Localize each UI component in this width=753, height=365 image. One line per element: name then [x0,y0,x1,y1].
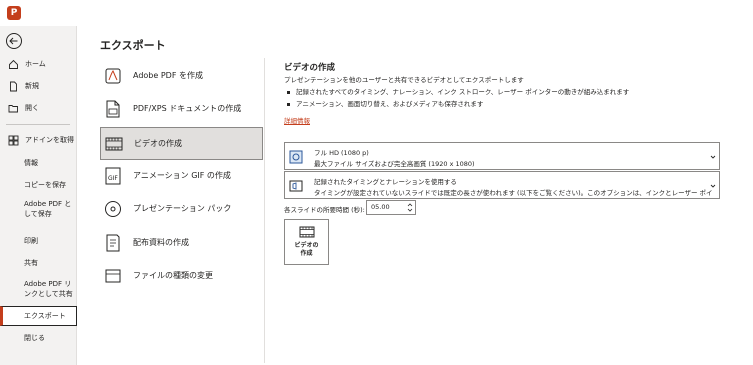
export-option-label: ファイルの種類の変更 [133,271,213,280]
adobe-pdf-icon [105,68,121,83]
chevron-down-icon [710,155,716,159]
new-file-icon [10,81,17,91]
sidebar-item-label: 共有 [24,259,38,267]
sidebar-item-close[interactable]: 閉じる [0,328,77,348]
export-option-change-file-type[interactable]: ファイルの種類の変更 [100,259,263,292]
export-option-label: アニメーション GIF の作成 [133,171,231,180]
sidebar-item-export[interactable]: エクスポート [0,306,77,326]
sidebar-item-share[interactable]: 共有 [0,253,77,273]
sidebar-item-print[interactable]: 印刷 [0,231,77,251]
sidebar-item-save-copy[interactable]: コピーを保存 [0,175,77,195]
sidebar-item-label: アドインを取得 [25,136,74,144]
powerpoint-logo-icon: P [7,6,21,20]
sidebar-item-label: 印刷 [24,237,38,245]
sidebar-item-label: 新規 [25,82,39,90]
sidebar-item-open[interactable]: 開く [0,98,77,118]
backstage-sidebar: ホーム 新規 開く アドインを取得 情報 コピーを保存 Adobe PDF とし… [0,26,77,365]
sidebar-item-label: エクスポート [24,312,66,320]
narration-icon [289,180,303,192]
export-option-create-handouts[interactable]: 配布資料の作成 [100,226,263,259]
sidebar-item-label: ホーム [25,60,46,68]
title-bar: P [0,0,753,26]
seconds-per-slide-label: 各スライドの所要時間 (秒): [284,206,365,214]
export-option-label: ビデオの作成 [134,139,182,148]
sidebar-item-label: 閉じる [24,334,45,342]
pdf-document-icon [106,100,120,117]
seconds-value: 05.00 [371,203,390,211]
back-arrow-icon[interactable] [5,32,23,50]
change-file-type-icon [105,269,121,282]
create-video-button[interactable]: ビデオの 作成 [284,219,329,265]
timing-description: タイミングが設定されていないスライドでは既定の長さが使われます (以下をご覧くだ… [314,189,712,197]
spinner-arrows-icon[interactable] [407,202,413,213]
disc-icon [105,200,121,217]
sidebar-item-label: コピーを保存 [24,181,66,189]
seconds-per-slide-input[interactable]: 05.00 [366,200,416,215]
folder-open-icon [8,104,18,112]
export-option-label: 配布資料の作成 [133,238,189,247]
page-title: エクスポート [100,39,166,52]
create-video-button-label: ビデオの 作成 [294,242,319,257]
quality-description: 最大ファイル サイズおよび完全高画質 (1920 x 1080) [314,160,475,168]
quality-name: フル HD (1080 p) [314,149,369,157]
timing-dropdown[interactable]: 記録されたタイミングとナレーションを使用する タイミングが設定されていないスライ… [284,171,720,199]
chevron-down-icon [710,184,716,188]
export-option-label: プレゼンテーション パック [133,204,232,213]
video-icon [299,226,315,238]
bullet-dot [287,102,290,106]
sidebar-item-get-addins[interactable]: アドインを取得 [0,130,77,150]
export-option-presentation-pack[interactable]: プレゼンテーション パック [100,192,263,225]
sidebar-item-new[interactable]: 新規 [0,76,77,96]
sidebar-item-label: Adobe PDF リンクとして共有 [24,280,73,298]
handout-icon [106,234,120,251]
sidebar-item-label: 開く [25,104,39,112]
video-quality-dropdown[interactable]: フル HD (1080 p) 最大ファイル サイズおよび完全高画質 (1920 … [284,142,720,170]
video-icon [105,137,123,150]
panel-divider [264,58,265,363]
svg-text:GIF: GIF [108,175,118,182]
bullet-text: アニメーション、画面切り替え、およびメディアも保存されます [296,100,484,108]
export-option-animated-gif[interactable]: GIF アニメーション GIF の作成 [100,159,263,192]
sidebar-item-info[interactable]: 情報 [0,153,77,173]
export-option-label: PDF/XPS ドキュメントの作成 [133,104,242,113]
detail-title: ビデオの作成 [284,63,336,73]
home-icon [9,59,18,69]
bullet-text: 記録されたすべてのタイミング、ナレーション、インク ストローク、レーザー ポイン… [296,88,630,96]
timing-name: 記録されたタイミングとナレーションを使用する [314,178,457,186]
export-option-create-video[interactable]: ビデオの作成 [100,127,263,160]
sidebar-item-save-as-adobe-pdf[interactable]: Adobe PDF として保存 [0,197,77,223]
export-option-pdf-xps[interactable]: PDF/XPS ドキュメントの作成 [100,92,263,125]
monitor-icon [289,150,303,164]
sidebar-divider [6,124,70,125]
gif-icon: GIF [105,167,121,184]
detail-bullet: 記録されたすべてのタイミング、ナレーション、インク ストローク、レーザー ポイン… [287,86,629,96]
sidebar-item-home[interactable]: ホーム [0,54,77,74]
detail-description: プレゼンテーションを他のユーザーと共有できるビデオとしてエクスポートします [284,76,524,84]
export-option-adobe-pdf[interactable]: Adobe PDF を作成 [100,59,263,92]
sidebar-item-share-adobe-pdf-link[interactable]: Adobe PDF リンクとして共有 [0,277,77,303]
sidebar-item-label: 情報 [24,159,38,167]
detail-bullet: アニメーション、画面切り替え、およびメディアも保存されます [287,98,483,108]
sidebar-item-label: Adobe PDF として保存 [24,200,72,218]
bullet-dot [287,90,290,94]
grid-icon [8,135,19,145]
export-option-label: Adobe PDF を作成 [133,71,203,80]
more-info-link[interactable]: 詳細情報 [284,115,310,125]
